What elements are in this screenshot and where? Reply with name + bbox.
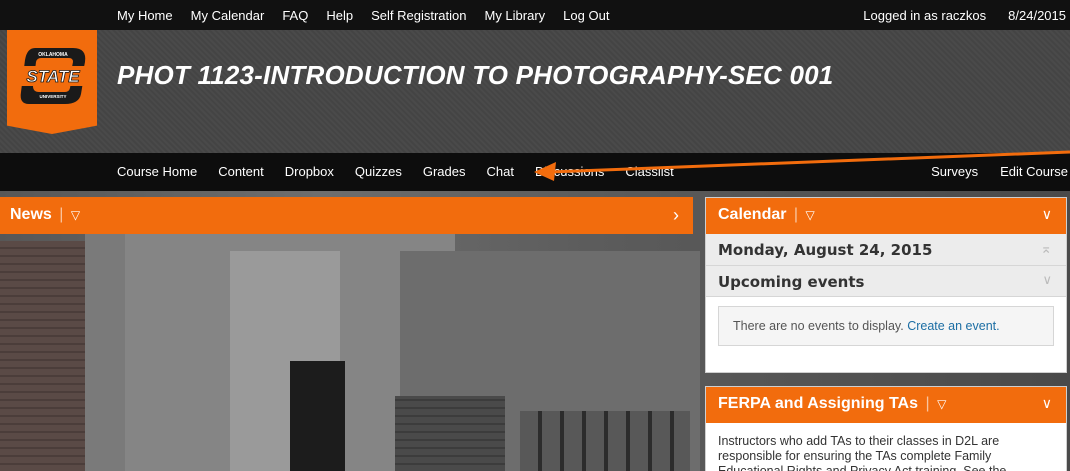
pillar [85,231,125,471]
course-header: STATE OKLAHOMA UNIVERSITY PHOT 1123-INTR… [0,30,1070,153]
svg-text:OKLAHOMA: OKLAHOMA [38,52,68,58]
no-events-box: There are no events to display. Create a… [718,306,1054,346]
upcoming-events-row[interactable]: Upcoming events ∨ [706,266,1066,297]
top-link-my-calendar[interactable]: My Calendar [191,8,265,23]
course-title[interactable]: PHOT 1123-INTRODUCTION TO PHOTOGRAPHY-SE… [117,60,833,91]
top-link-help[interactable]: Help [326,8,353,23]
chevron-icon[interactable]: ⌅ [1040,240,1052,257]
calendar-date-row[interactable]: Monday, August 24, 2015 ⌅ [706,234,1066,266]
ferpa-body: Instructors who add TAs to their classes… [718,434,1007,471]
create-event-link[interactable]: Create an event. [907,319,999,333]
calendar-widget: Calendar | ▽ ∨ Monday, August 24, 2015 ⌅… [705,197,1067,373]
chevron-right-icon[interactable]: › [673,205,679,226]
brick-wall-right [395,396,505,471]
separator: | [59,206,64,223]
separator: | [925,395,930,412]
calendar-title: Calendar | ▽ [718,206,815,223]
logged-in-text: Logged in as raczkos [863,8,987,23]
dark-window [290,361,345,471]
menu-toggle-icon[interactable]: ▽ [937,397,946,411]
nav-dropbox[interactable]: Dropbox [285,164,334,179]
news-title: News | ▽ [10,206,81,223]
nav-course-home[interactable]: Course Home [117,164,197,179]
separator: | [793,206,799,223]
chevron-down-icon[interactable]: ∨ [1042,206,1052,223]
upcoming-events-label: Upcoming events [718,273,865,291]
nav-content[interactable]: Content [218,164,264,179]
svg-text:UNIVERSITY: UNIVERSITY [39,94,66,99]
ferpa-widget: FERPA and Assigning TAs | ▽ ∨ Instructor… [705,386,1067,471]
user-info: Logged in as raczkos 8/24/2015 [863,8,1066,23]
svg-text:STATE: STATE [26,67,80,86]
calendar-header[interactable]: Calendar | ▽ ∨ [706,198,1066,234]
menu-toggle-icon[interactable]: ▽ [71,208,80,222]
top-links: My Home My Calendar FAQ Help Self Regist… [117,8,627,23]
no-events-text: There are no events to display. [733,319,904,333]
news-widget-header[interactable]: News | ▽ › [0,197,693,234]
current-date: 8/24/2015 [1008,8,1066,23]
chevron-down-icon[interactable]: ∨ [1042,272,1052,288]
events-area: There are no events to display. Create a… [706,297,1066,358]
annotation-arrow [534,150,1070,181]
nav-grades[interactable]: Grades [423,164,466,179]
top-navbar: My Home My Calendar FAQ Help Self Regist… [0,0,1070,30]
top-link-self-registration[interactable]: Self Registration [371,8,466,23]
top-link-log-out[interactable]: Log Out [563,8,609,23]
chevron-down-icon[interactable]: ∨ [1042,395,1052,412]
ferpa-title: FERPA and Assigning TAs | ▽ [718,395,947,412]
osu-logo[interactable]: STATE OKLAHOMA UNIVERSITY [7,30,97,134]
nav-quizzes[interactable]: Quizzes [355,164,402,179]
brick-wall-left [0,241,95,471]
osu-logo-mark: STATE OKLAHOMA UNIVERSITY [13,48,93,104]
calendar-date: Monday, August 24, 2015 [718,241,933,259]
top-link-my-home[interactable]: My Home [117,8,173,23]
nav-chat[interactable]: Chat [487,164,514,179]
top-link-my-library[interactable]: My Library [484,8,545,23]
menu-toggle-icon[interactable]: ▽ [806,208,815,222]
ferpa-header[interactable]: FERPA and Assigning TAs | ▽ ∨ [706,387,1066,423]
window-grid [520,411,690,471]
top-link-faq[interactable]: FAQ [282,8,308,23]
